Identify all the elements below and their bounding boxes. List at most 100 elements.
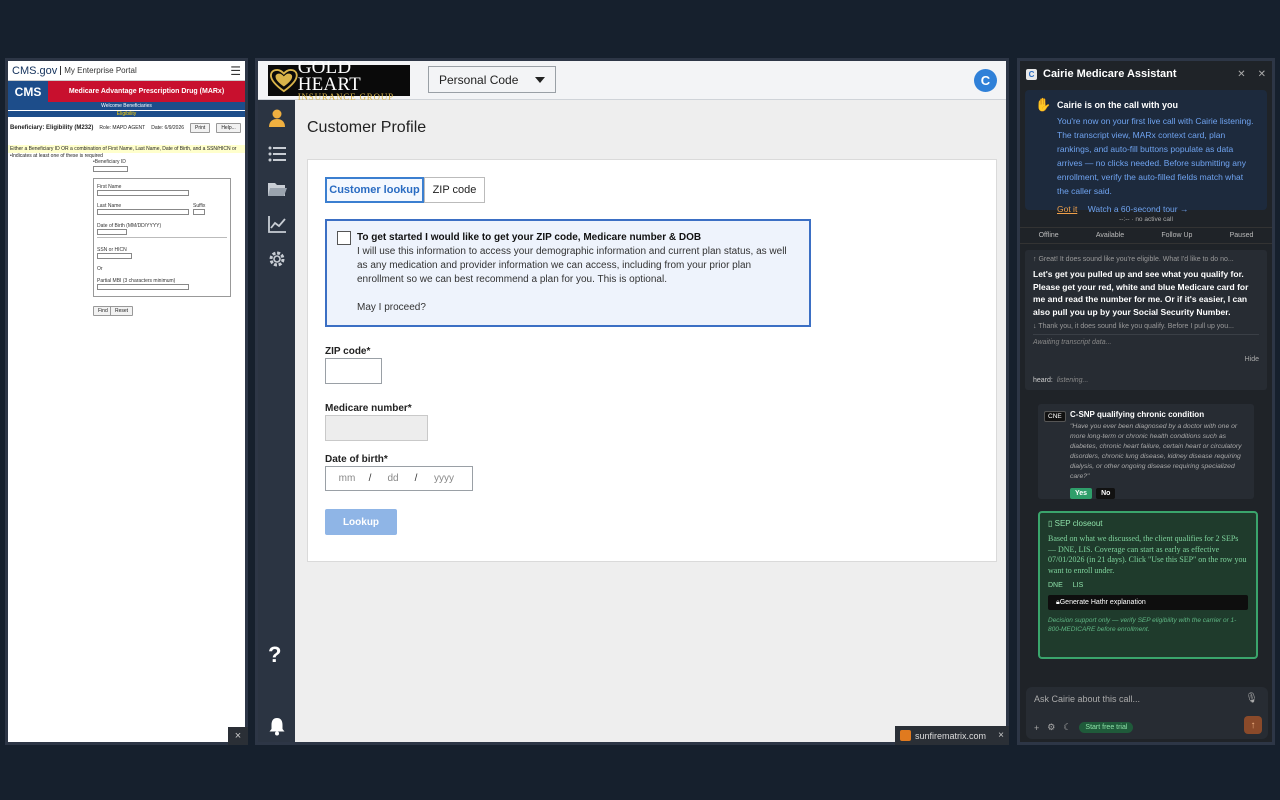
folder-icon[interactable] — [267, 179, 287, 199]
cms-marx-window: CMS.gov My Enterprise Portal ☰ CMS Medic… — [5, 58, 248, 745]
consent-question: May I proceed? — [357, 302, 426, 313]
mbi-input[interactable] — [97, 284, 189, 290]
required-note: •Indicates at least one of these is requ… — [10, 153, 103, 159]
sep-code-dne[interactable]: DNE — [1048, 582, 1063, 589]
beneficiary-id-input[interactable] — [93, 166, 128, 172]
got-it-link[interactable]: Got it — [1057, 204, 1077, 214]
tab-customer-lookup[interactable]: Customer lookup — [325, 177, 424, 203]
help-button[interactable]: Help... — [216, 123, 241, 133]
cms-brand[interactable]: CMS.gov — [12, 65, 57, 77]
hand-wave-icon: ✋ — [1035, 97, 1052, 112]
onboarding-heading: Cairie is on the call with you — [1057, 100, 1179, 110]
state-follow-up[interactable]: Follow Up — [1161, 232, 1192, 239]
dob-label: Date of birth* — [325, 454, 388, 465]
consent-checkbox[interactable] — [337, 231, 351, 245]
dob-input[interactable] — [97, 229, 127, 235]
agent-state-bar: Offline Available Follow Up Paused — [1020, 227, 1272, 244]
ask-cairie-box[interactable]: Ask Cairie about this call... 🎙︎ + ⚙ ☾ S… — [1026, 687, 1268, 739]
reset-button[interactable]: Reset — [110, 306, 134, 316]
zip-code-input[interactable] — [325, 358, 382, 384]
chart-icon[interactable] — [267, 214, 287, 234]
sunfire-tab[interactable]: sunfirematrix.com × — [895, 726, 1009, 745]
person-icon[interactable] — [267, 108, 287, 128]
clipboard-icon: ▯ — [1048, 519, 1055, 528]
moon-icon[interactable]: ☾ — [1063, 722, 1071, 733]
sep-disclaimer: Decision support only — verify SEP eligi… — [1048, 617, 1237, 633]
menu-icon[interactable]: ☰ — [230, 64, 241, 78]
previous-script-line[interactable]: ↑ Great! It does sound like you're eligi… — [1033, 256, 1259, 263]
gear-icon[interactable] — [267, 249, 287, 269]
suffix-input[interactable] — [193, 209, 205, 215]
print-button[interactable]: Print — [190, 123, 211, 133]
yes-button[interactable]: Yes — [1070, 488, 1093, 499]
cms-portal-link[interactable]: My Enterprise Portal — [60, 66, 137, 75]
transcript-panel: ↑ Great! It does sound like you're eligi… — [1025, 250, 1267, 390]
personal-code-dropdown[interactable]: Personal Code — [428, 66, 556, 93]
sep-code-lis[interactable]: LIS — [1073, 582, 1084, 589]
yes-no-group: Yes No — [1070, 488, 1246, 499]
beneficiary-title: Beneficiary: Eligibility (M232) — [10, 125, 94, 131]
microphone-icon[interactable]: 🎙︎ — [1245, 693, 1258, 704]
onboarding-body: You're now on your first live call with … — [1057, 116, 1254, 196]
lookup-button[interactable]: Lookup — [325, 509, 397, 535]
no-button[interactable]: No — [1096, 488, 1116, 499]
dob-year-input[interactable]: yyyy — [418, 473, 470, 484]
zip-code-label: ZIP code* — [325, 346, 371, 357]
role-text: Role: MAPD AGENT — [99, 125, 146, 131]
settings-icon[interactable]: ⚙ — [1047, 722, 1055, 733]
bell-icon[interactable] — [267, 716, 287, 736]
current-script-line: Let's get you pulled up and see what you… — [1033, 269, 1249, 317]
start-free-trial-button[interactable]: Start free trial — [1079, 722, 1134, 733]
hide-button[interactable]: Hide — [1245, 356, 1259, 363]
state-offline[interactable]: Offline — [1039, 232, 1059, 239]
pin-icon[interactable]: ✕ — [1237, 69, 1245, 80]
sep-closeout-card: ▯ SEP closeout Based on what we discusse… — [1038, 511, 1258, 659]
next-script-line[interactable]: ↓ Thank you, it does sound like you qual… — [1033, 323, 1259, 330]
medicare-number-input[interactable] — [325, 415, 428, 441]
sep-title-label: SEP closeout — [1054, 519, 1103, 528]
help-icon[interactable]: ? — [268, 642, 281, 668]
list-icon[interactable] — [267, 144, 287, 164]
close-icon[interactable]: ✕ — [1258, 69, 1266, 80]
send-arrow-icon[interactable]: ↑ — [1244, 716, 1262, 734]
sunfire-tab-label: sunfirematrix.com — [915, 730, 987, 741]
state-available[interactable]: Available — [1096, 232, 1124, 239]
gold-heart-window: GOLD HEART INSURANCE GROUP Personal Code… — [255, 58, 1009, 745]
ssn-input[interactable] — [97, 253, 132, 259]
sep-title: ▯ SEP closeout — [1048, 519, 1248, 528]
user-avatar[interactable]: C — [974, 69, 997, 92]
last-name-input[interactable] — [97, 209, 189, 215]
close-cms-panel-button[interactable]: × — [228, 727, 248, 745]
awaiting-transcript: Awaiting transcript data... — [1033, 334, 1259, 346]
first-name-input[interactable] — [97, 190, 189, 196]
gold-heart-logo[interactable]: GOLD HEART INSURANCE GROUP — [268, 61, 410, 102]
plus-icon[interactable]: + — [1034, 723, 1039, 733]
tour-link[interactable]: Watch a 60-second tour → — [1088, 204, 1189, 214]
dob-day-input[interactable]: dd — [372, 473, 414, 484]
close-icon[interactable]: × — [998, 730, 1004, 741]
ask-toolbar: + ⚙ ☾ Start free trial — [1034, 722, 1134, 733]
dob-input[interactable]: mm / dd / yyyy — [325, 466, 473, 491]
beneficiary-header: Beneficiary: Eligibility (M232) Role: MA… — [8, 123, 245, 133]
onboarding-card: ✋ Cairie is on the call with you You're … — [1025, 90, 1267, 214]
marx-title: Medicare Advantage Prescription Drug (MA… — [48, 81, 245, 102]
cairie-assistant-panel: C Cairie Medicare Assistant ✕ ✕ ✋ Cairie… — [1017, 58, 1275, 745]
state-paused[interactable]: Paused — [1230, 232, 1254, 239]
ask-input[interactable]: Ask Cairie about this call... — [1034, 694, 1140, 704]
generate-explanation-button[interactable]: 🔒︎ Generate Hathr explanation — [1048, 595, 1248, 610]
dob-month-input[interactable]: mm — [326, 473, 368, 484]
heard-label: heard: — [1033, 377, 1053, 384]
customer-lookup-card: Customer lookup ZIP code To get started … — [307, 159, 997, 562]
sep-body: Based on what we discussed, the client q… — [1048, 534, 1247, 575]
medicare-number-label: Medicare number* — [325, 403, 412, 414]
eligibility-tab[interactable]: Eligibility — [8, 110, 245, 117]
caret-down-icon — [535, 76, 545, 83]
csnp-condition-card: CNE C-SNP qualifying chronic condition "… — [1038, 404, 1254, 499]
cairie-logo-icon: C — [1026, 68, 1037, 80]
tab-zip-code[interactable]: ZIP code — [424, 177, 485, 203]
onboarding-actions: Got it Watch a 60-second tour → — [1057, 202, 1257, 216]
heard-value: listening... — [1056, 377, 1089, 384]
main-content: Customer Profile Customer lookup ZIP cod… — [295, 100, 1006, 742]
name-search-group: First Name Last Name Suffix Date of Birt… — [93, 178, 231, 297]
consent-box: To get started I would like to get your … — [325, 219, 811, 327]
